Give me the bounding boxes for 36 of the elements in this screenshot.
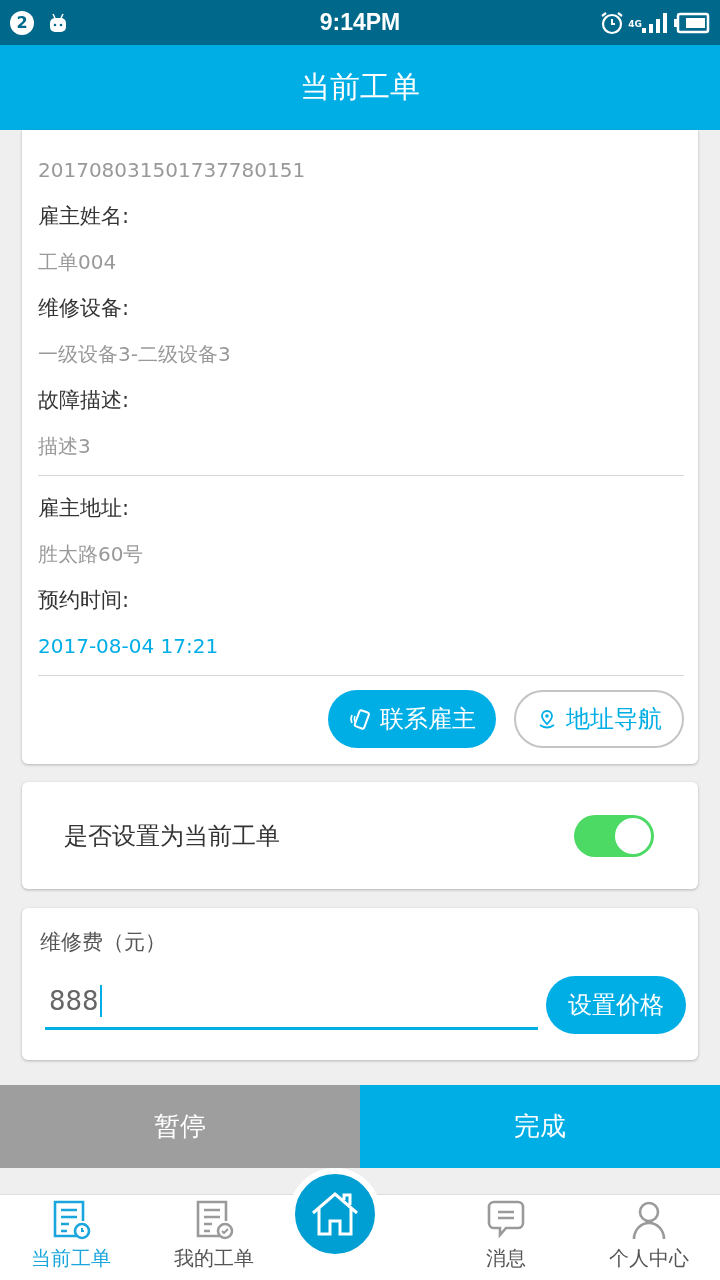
nav-tab[interactable]: 当前工单 bbox=[0, 1195, 143, 1280]
message-icon bbox=[486, 1199, 527, 1241]
android-icon bbox=[48, 11, 68, 34]
house-icon bbox=[310, 1191, 360, 1237]
field-label: 故障描述: bbox=[38, 387, 131, 414]
network-label: 4G bbox=[628, 18, 642, 29]
field-label: 预约时间: bbox=[38, 587, 131, 614]
field-value: 一级设备3-二级设备3 bbox=[38, 340, 232, 368]
set-price-button[interactable]: 设置价格 bbox=[546, 976, 686, 1034]
field-label: 雇主姓名: bbox=[38, 203, 131, 230]
alarm-icon bbox=[600, 10, 625, 35]
fee-label: 维修费（元） bbox=[40, 929, 167, 956]
notification-count: 2 bbox=[10, 10, 34, 35]
status-time: 9:14PM bbox=[319, 9, 401, 36]
pause-button[interactable]: 暂停 bbox=[0, 1085, 360, 1168]
toggle-label: 是否设置为当前工单 bbox=[64, 820, 280, 852]
battery-icon bbox=[674, 11, 710, 34]
field-value: 工单004 bbox=[38, 248, 118, 276]
document-clock-icon bbox=[51, 1199, 92, 1241]
field-label: 雇主地址: bbox=[38, 495, 131, 522]
navigate-button[interactable]: 地址导航 bbox=[514, 690, 684, 748]
field-value: 胜太路60号 bbox=[38, 540, 145, 568]
nav-tab[interactable]: 消息 bbox=[435, 1195, 578, 1280]
field-value: 描述3 bbox=[38, 432, 92, 460]
fee-input-field[interactable]: 888 bbox=[45, 974, 538, 1030]
contact-button[interactable]: 联系雇主 bbox=[328, 690, 496, 748]
finish-button[interactable]: 完成 bbox=[360, 1085, 720, 1168]
signal-icon bbox=[642, 11, 670, 34]
nav-tab[interactable]: 个人中心 bbox=[577, 1195, 720, 1280]
order-number: 201708031501737780151 bbox=[38, 157, 307, 184]
nav-tab[interactable]: 我的工单 bbox=[142, 1195, 285, 1280]
phone-icon bbox=[348, 707, 372, 731]
field-value: 2017-08-04 17:21 bbox=[38, 633, 220, 660]
current-order-switch[interactable] bbox=[574, 814, 654, 857]
field-label: 维修设备: bbox=[38, 295, 131, 322]
page-title: 当前工单 bbox=[300, 68, 420, 106]
